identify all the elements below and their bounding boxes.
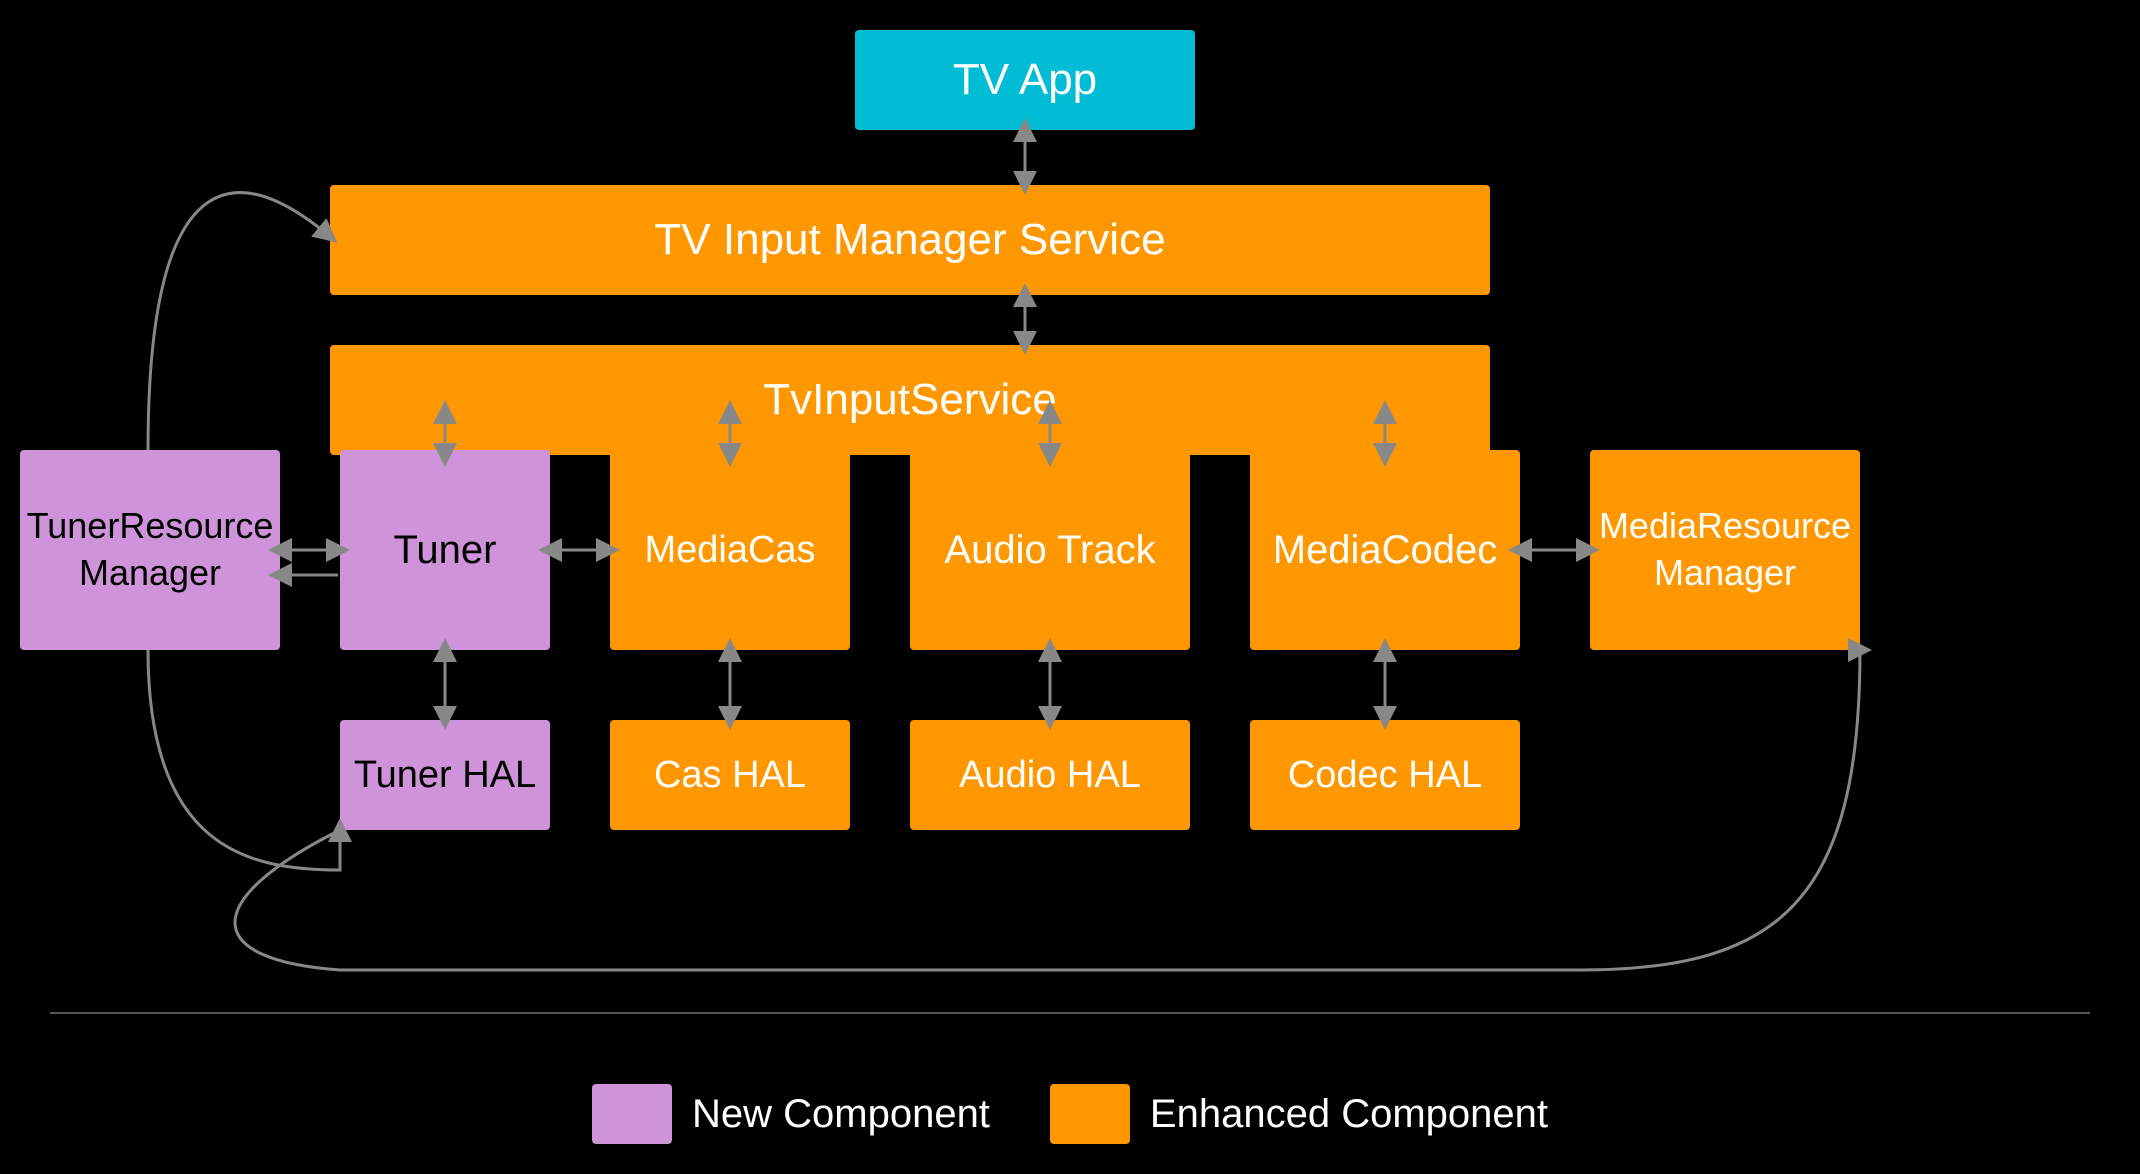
legend-enhanced-component-box: [1050, 1084, 1130, 1144]
diagram: TV App TV Input Manager Service TvInputS…: [0, 0, 2140, 1174]
cas-hal-box: Cas HAL: [610, 720, 850, 830]
media-cas-box: MediaCas: [610, 450, 850, 650]
legend-new-component-box: [592, 1084, 672, 1144]
tuner-box: Tuner: [340, 450, 550, 650]
legend-divider: [50, 1012, 2090, 1014]
tuner-resource-manager-box: TunerResourceManager: [20, 450, 280, 650]
codec-hal-box: Codec HAL: [1250, 720, 1520, 830]
media-resource-manager-box: MediaResourceManager: [1590, 450, 1860, 650]
legend-enhanced-component: Enhanced Component: [1050, 1084, 1548, 1144]
tv-input-manager-service-box: TV Input Manager Service: [330, 185, 1490, 295]
audio-hal-box: Audio HAL: [910, 720, 1190, 830]
legend-new-component-label: New Component: [692, 1092, 990, 1137]
audio-track-box: Audio Track: [910, 450, 1190, 650]
tv-app-box: TV App: [855, 30, 1195, 130]
legend-enhanced-component-label: Enhanced Component: [1150, 1092, 1548, 1137]
legend-new-component: New Component: [592, 1084, 990, 1144]
media-codec-box: MediaCodec: [1250, 450, 1520, 650]
legend-area: New Component Enhanced Component: [592, 1084, 1548, 1144]
tuner-hal-box: Tuner HAL: [340, 720, 550, 830]
tv-input-service-box: TvInputService: [330, 345, 1490, 455]
